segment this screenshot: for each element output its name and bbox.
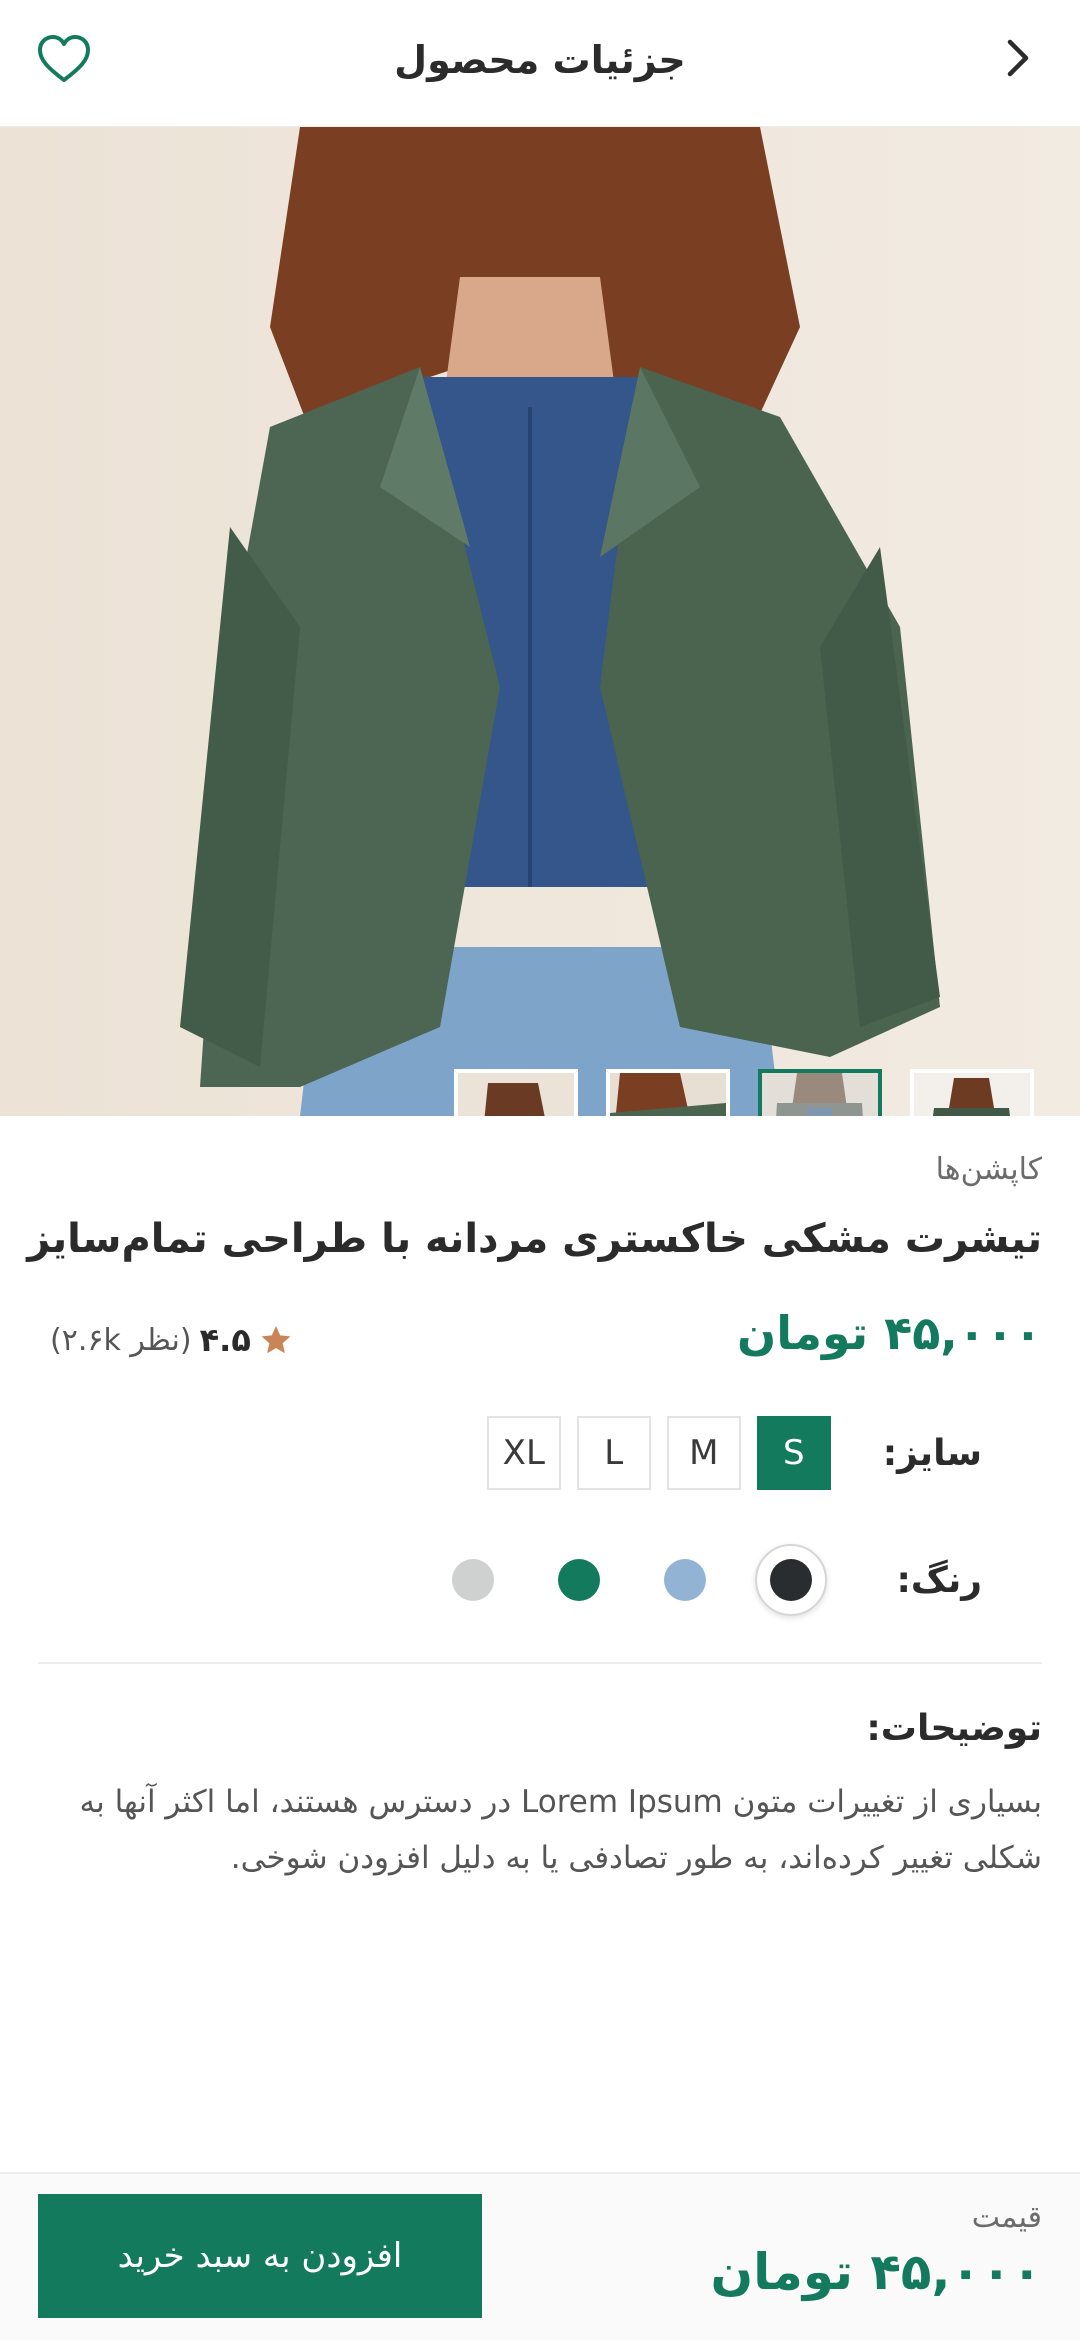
- size-option-l[interactable]: L: [576, 1416, 651, 1490]
- product-price: ۴۵,۰۰۰ تومان: [736, 1306, 1042, 1360]
- color-swatch: [663, 1559, 706, 1601]
- size-selector: سایز: S M L XL: [486, 1416, 982, 1490]
- color-option-gray[interactable]: [437, 1544, 509, 1616]
- color-label: رنگ:: [896, 1559, 983, 1601]
- thumbnail-3[interactable]: [758, 1069, 882, 1116]
- thumbnail-strip: [454, 1069, 1034, 1116]
- price-block: قیمت ۴۵,۰۰۰ تومان: [710, 2200, 1042, 2301]
- size-option-xl[interactable]: XL: [486, 1416, 561, 1490]
- rating-count: (۲.۶k نظر): [50, 1322, 192, 1358]
- color-option-light-blue[interactable]: [649, 1544, 721, 1616]
- color-swatch: [557, 1559, 600, 1601]
- size-option-s[interactable]: S: [756, 1416, 831, 1490]
- thumbnail-2[interactable]: [606, 1069, 730, 1116]
- rating-score: ۴.۵: [199, 1321, 251, 1359]
- app-header: جزئیات محصول: [0, 0, 1080, 127]
- add-to-cart-button[interactable]: افزودن به سبد خرید: [38, 2194, 482, 2318]
- price-label: قیمت: [971, 2200, 1042, 2235]
- thumbnail-4[interactable]: [910, 1069, 1034, 1116]
- heart-icon[interactable]: [36, 32, 92, 88]
- product-title: تیشرت مشکی خاکستری مردانه با طراحی تمام‌…: [27, 1216, 1042, 1262]
- product-category[interactable]: کاپشن‌ها: [936, 1152, 1042, 1187]
- size-label: سایز:: [882, 1432, 982, 1474]
- page-title: جزئیات محصول: [394, 38, 686, 82]
- description-title: توضیحات:: [866, 1708, 1042, 1749]
- rating[interactable]: (۲.۶k نظر) ۴.۵: [50, 1321, 293, 1359]
- star-icon: [261, 1326, 291, 1354]
- bottom-bar: قیمت ۴۵,۰۰۰ تومان افزودن به سبد خرید: [0, 2172, 1080, 2340]
- color-swatch: [451, 1559, 494, 1601]
- size-option-m[interactable]: M: [666, 1416, 741, 1490]
- thumbnail-1[interactable]: [454, 1069, 578, 1116]
- price-value: ۴۵,۰۰۰ تومان: [710, 2243, 1042, 2301]
- color-option-dark[interactable]: [754, 1544, 827, 1616]
- color-option-green[interactable]: [543, 1544, 615, 1616]
- product-image[interactable]: [0, 127, 1080, 1116]
- color-swatch: [769, 1559, 812, 1601]
- chevron-right-icon[interactable]: [996, 36, 1040, 80]
- description-text: بسیاری از تغییرات متون Lorem Ipsum در دس…: [79, 1784, 1043, 1876]
- divider: [38, 1662, 1042, 1664]
- color-selector: رنگ:: [437, 1544, 983, 1616]
